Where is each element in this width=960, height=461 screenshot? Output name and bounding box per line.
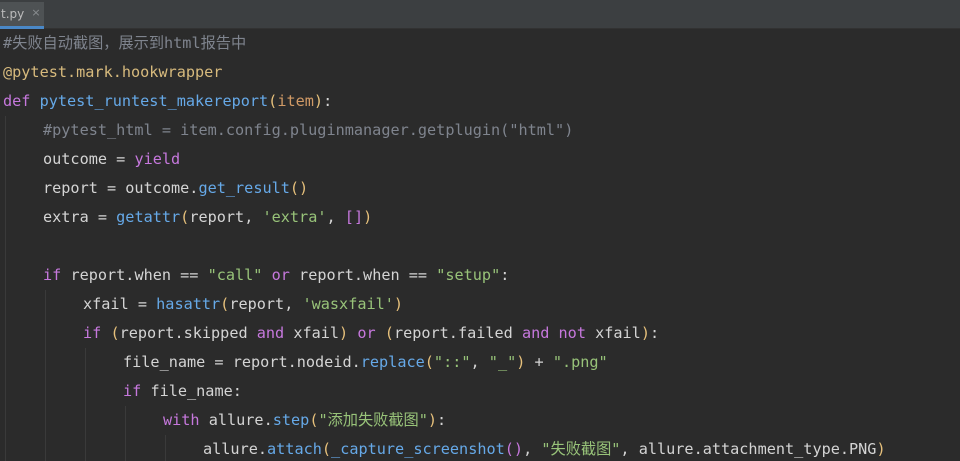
tab-bar-empty-area	[44, 0, 960, 28]
code-token: def	[3, 92, 40, 110]
ide-window: t.py × #失败自动截图，展示到html报告中 @pytest.mark.ho…	[0, 0, 960, 461]
code-token: (	[268, 92, 278, 110]
code-token: 'wasxfail'	[302, 295, 394, 313]
code-line[interactable]: def pytest_runtest_makereport(item):	[3, 87, 332, 116]
code-line[interactable]: allure.attach(_capture_screenshot(), "失败…	[203, 435, 886, 461]
code-token: "call"	[207, 266, 263, 284]
code-token: xfail	[595, 324, 641, 342]
code-token: (	[424, 353, 434, 371]
code-token: report,	[189, 208, 263, 226]
code-token: +	[525, 353, 553, 371]
code-token: and	[256, 324, 294, 342]
code-token: hasattr	[156, 295, 221, 313]
code-token: "添加失败截图"	[318, 411, 428, 429]
code-line[interactable]: #失败自动截图，展示到html报告中	[3, 29, 246, 58]
code-line[interactable]: #pytest_html = item.config.pluginmanager…	[43, 116, 573, 145]
code-line[interactable]: extra = getattr(report, 'extra', [])	[43, 203, 372, 232]
code-token: item	[277, 92, 314, 110]
code-token: report.when ==	[299, 266, 437, 284]
code-token: "失败截图"	[541, 440, 621, 458]
code-token: pytest_runtest_makereport	[39, 92, 269, 110]
code-token: []	[344, 208, 364, 226]
code-token: if	[43, 266, 71, 284]
code-token: )	[393, 295, 404, 313]
code-token: report,	[229, 295, 303, 313]
code-token: and not	[521, 324, 596, 342]
code-token: report = outcome.	[43, 179, 199, 197]
code-token: attach	[267, 440, 322, 458]
code-token: )	[427, 411, 438, 429]
code-line[interactable]: if (report.skipped and xfail) or (report…	[83, 319, 659, 348]
code-token: (	[384, 324, 394, 342]
code-token: "setup"	[436, 266, 501, 284]
code-token: #pytest_html = item.config.pluginmanager…	[43, 121, 574, 139]
code-token: ,	[523, 440, 542, 458]
code-token: (	[180, 208, 190, 226]
code-token: if	[123, 382, 151, 400]
code-token: report.failed	[393, 324, 522, 342]
code-token: ()	[504, 440, 524, 458]
code-token: or	[262, 266, 300, 284]
code-line[interactable]: if report.when == "call" or report.when …	[43, 261, 509, 290]
code-token: (	[110, 324, 120, 342]
indent-guide	[165, 435, 166, 461]
code-token: _capture_screenshot	[331, 440, 505, 458]
close-icon[interactable]: ×	[31, 7, 41, 18]
code-token: )	[640, 324, 650, 342]
code-line[interactable]: if file_name:	[123, 377, 242, 406]
code-token: get_result	[198, 179, 290, 197]
code-token: file_name:	[150, 382, 242, 400]
code-token: "::"	[433, 353, 471, 371]
code-editor[interactable]: #失败自动截图，展示到html报告中 @pytest.mark.hookwrapp…	[0, 29, 960, 461]
code-token: file_name = report.nodeid.	[123, 353, 361, 371]
code-token: , allure.attachment_type.PNG	[620, 440, 877, 458]
editor-tab-bar: t.py ×	[0, 0, 960, 29]
code-token: or	[348, 324, 385, 342]
code-token: )	[876, 440, 886, 458]
code-token: allure.	[203, 440, 268, 458]
code-token: with	[163, 411, 209, 429]
indent-guide	[85, 348, 86, 461]
code-token: :	[323, 92, 333, 110]
code-token: "_"	[488, 353, 517, 371]
code-line[interactable]: @pytest.mark.hookwrapper	[3, 58, 222, 87]
code-token: #失败自动截图，展示到html报告中	[3, 34, 247, 52]
code-token: extra =	[43, 208, 117, 226]
code-token: ".png"	[552, 353, 608, 371]
code-line[interactable]: file_name = report.nodeid.replace("::", …	[123, 348, 608, 377]
code-token: getattr	[116, 208, 181, 226]
code-token: (	[321, 440, 332, 458]
tab-file-label: t.py	[1, 7, 25, 21]
code-line[interactable]: with allure.step("添加失败截图"):	[163, 406, 446, 435]
code-token: if	[83, 324, 111, 342]
code-token: )	[339, 324, 349, 342]
code-token: )	[363, 208, 373, 226]
code-token: ,	[326, 208, 345, 226]
code-token: ()	[289, 179, 309, 197]
code-token: :	[500, 266, 510, 284]
indent-guide	[45, 290, 46, 461]
code-line[interactable]: xfail = hasattr(report, 'wasxfail')	[83, 290, 403, 319]
indent-guide	[5, 116, 6, 461]
code-token: outcome =	[43, 150, 135, 168]
code-token: :	[649, 324, 660, 342]
indent-guide	[125, 406, 126, 461]
code-token: (	[220, 295, 230, 313]
code-line[interactable]: outcome = yield	[43, 145, 180, 174]
code-token: 'extra'	[262, 208, 327, 226]
tab-file[interactable]: t.py ×	[0, 2, 44, 29]
code-token: :	[437, 411, 447, 429]
code-token: @pytest.mark.hookwrapper	[3, 63, 223, 81]
code-token: xfail =	[83, 295, 157, 313]
code-token: report.skipped	[119, 324, 257, 342]
code-token: )	[313, 92, 324, 110]
code-token: ,	[470, 353, 489, 371]
code-token: xfail	[293, 324, 340, 342]
code-line[interactable]: report = outcome.get_result()	[43, 174, 308, 203]
code-token: step	[272, 411, 310, 429]
code-token: yield	[134, 150, 181, 168]
code-token: replace	[360, 353, 425, 371]
code-token: allure.	[208, 411, 273, 429]
code-token: report.when ==	[70, 266, 208, 284]
